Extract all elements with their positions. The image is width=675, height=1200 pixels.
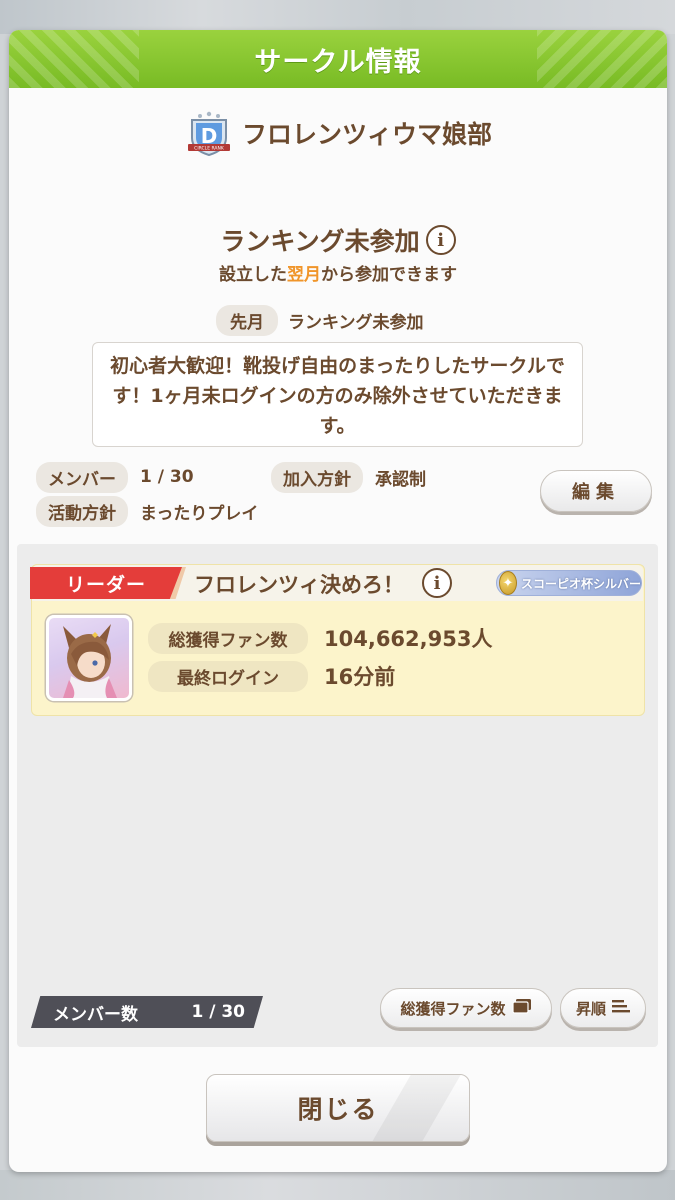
title-badge: ✦ スコーピオ杯シルバー bbox=[496, 570, 642, 596]
dialog-title: サークル情報 bbox=[254, 46, 422, 78]
leader-tag: リーダー bbox=[30, 567, 182, 599]
join-policy-value: 承認制 bbox=[375, 469, 426, 490]
ranking-status: ランキング未参加 bbox=[220, 227, 420, 256]
members-value: 1 / 30 bbox=[140, 467, 194, 487]
sort-order-button[interactable]: 昇順 bbox=[560, 988, 646, 1028]
activity-row: 活動方針 まったりプレイ bbox=[36, 495, 259, 527]
header-decoration bbox=[9, 30, 139, 88]
circle-description: 初心者大歓迎！靴投げ自由のまったりしたサークルです！1ヶ月未ログインの方のみ除外… bbox=[92, 342, 583, 447]
last-login-value: 16分前 bbox=[324, 665, 396, 689]
dialog-header: サークル情報 bbox=[9, 30, 667, 88]
circle-name: フロレンツィウマ娘部 bbox=[241, 120, 492, 149]
card-icon bbox=[511, 998, 532, 1018]
circle-info-dialog: サークル情報 D CIRCLE RANK フロレンツィウマ娘部 ランキング未参加… bbox=[9, 30, 667, 1172]
title-badge-text: スコーピオ杯シルバー bbox=[520, 576, 641, 591]
members-row: メンバー 1 / 30 bbox=[36, 461, 194, 493]
close-button[interactable]: 閉じる bbox=[206, 1074, 470, 1142]
fans-value: 104,662,953人 bbox=[324, 627, 493, 651]
ranking-status-row: ランキング未参加 i bbox=[9, 222, 667, 258]
header-decoration bbox=[537, 30, 667, 88]
circle-rank-badge-icon: D CIRCLE RANK bbox=[184, 108, 234, 158]
last-login-row: 最終ログイン 16分前 bbox=[148, 660, 396, 692]
circle-name-row: D CIRCLE RANK フロレンツィウマ娘部 bbox=[9, 108, 667, 158]
leader-name: フロレンツィ決めろ！ bbox=[194, 573, 404, 597]
member-count-tag: メンバー数 1 / 30 bbox=[31, 996, 263, 1028]
activity-value: まったりプレイ bbox=[140, 503, 259, 524]
ranking-note: 設立した翌月から参加できます bbox=[219, 265, 457, 285]
ranking-info-icon[interactable]: i bbox=[425, 225, 456, 255]
join-policy-label: 加入方針 bbox=[271, 461, 363, 493]
fans-row: 総獲得ファン数 104,662,953人 bbox=[148, 622, 493, 654]
last-login-label: 最終ログイン bbox=[148, 660, 308, 692]
ranking-note-highlight: 翌月 bbox=[287, 265, 321, 285]
leader-avatar[interactable] bbox=[46, 615, 132, 701]
sort-lines-icon bbox=[612, 999, 630, 1017]
last-month-label: 先月 bbox=[216, 304, 278, 336]
edit-button[interactable]: 編集 bbox=[540, 470, 652, 512]
member-count-label: メンバー数 bbox=[53, 1004, 138, 1025]
background-bottom bbox=[0, 1170, 675, 1200]
last-month-value: ランキング未参加 bbox=[288, 312, 424, 333]
member-list-area: リーダー フロレンツィ決めろ！ i ✦ スコーピオ杯シルバー 総獲得ファン数 1… bbox=[17, 544, 658, 1047]
join-policy-row: 加入方針 承認制 bbox=[271, 461, 426, 493]
sort-key-button[interactable]: 総獲得ファン数 bbox=[380, 988, 552, 1028]
activity-label: 活動方針 bbox=[36, 495, 128, 527]
fans-label: 総獲得ファン数 bbox=[148, 622, 308, 654]
member-count-value: 1 / 30 bbox=[191, 1002, 245, 1022]
trophy-medal-icon: ✦ bbox=[499, 571, 517, 595]
sort-key-label: 総獲得ファン数 bbox=[400, 999, 506, 1018]
svg-text:CIRCLE RANK: CIRCLE RANK bbox=[194, 146, 225, 152]
leader-member-card[interactable]: リーダー フロレンツィ決めろ！ i ✦ スコーピオ杯シルバー 総獲得ファン数 1… bbox=[30, 564, 645, 716]
members-label: メンバー bbox=[36, 461, 128, 493]
last-month-row: 先月 ランキング未参加 bbox=[216, 304, 424, 336]
leader-info-icon[interactable]: i bbox=[422, 568, 452, 598]
background-top bbox=[0, 0, 675, 34]
sort-order-label: 昇順 bbox=[575, 999, 606, 1018]
